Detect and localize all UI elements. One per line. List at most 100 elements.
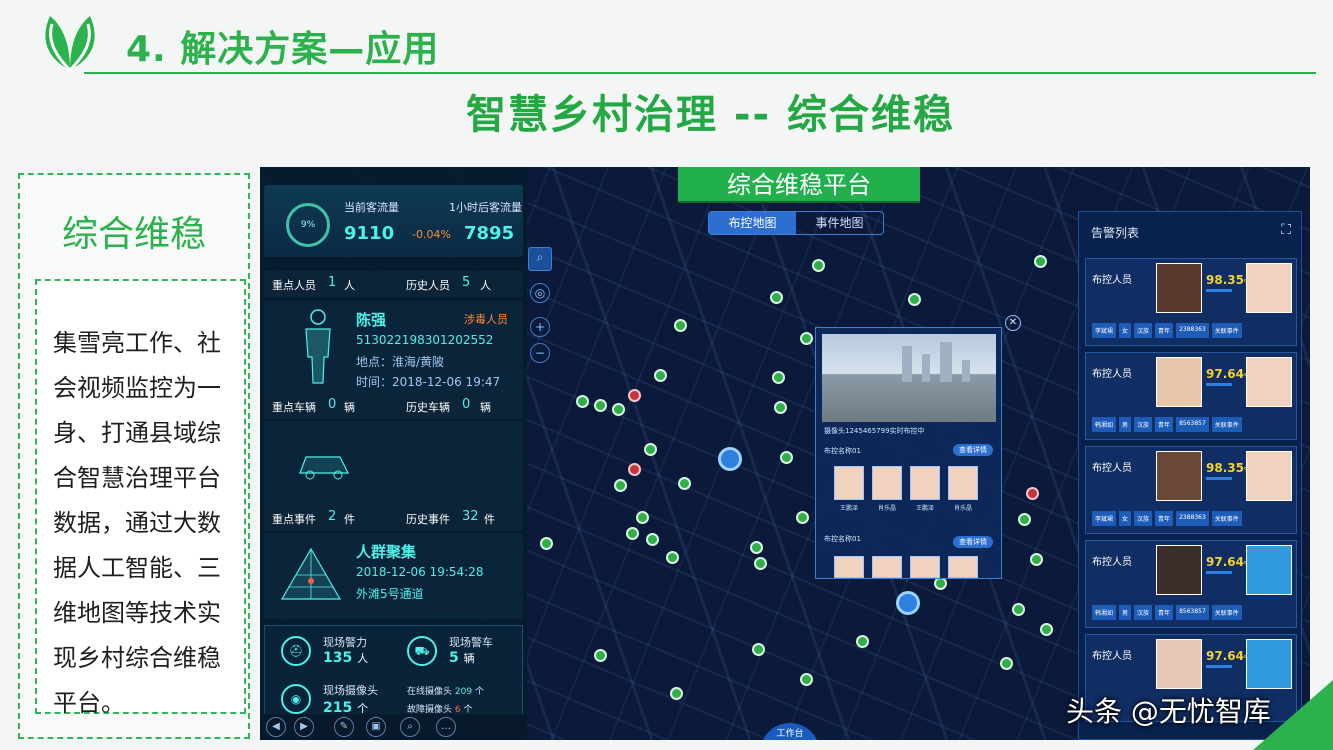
alarm-tag: 汉族 <box>1134 511 1153 526</box>
camera-pin[interactable] <box>626 527 639 540</box>
zoom-in-icon[interactable]: + <box>530 317 550 337</box>
camera-pin[interactable] <box>800 673 813 686</box>
face-thumbnail[interactable] <box>834 466 864 500</box>
reference-photo <box>1246 263 1292 313</box>
slide-title: 4. 解决方案—应用 <box>126 29 440 70</box>
camera-pin[interactable] <box>576 395 589 408</box>
alarm-type: 布控人员 <box>1092 651 1132 662</box>
cluster-marker[interactable] <box>896 591 920 615</box>
view-details-button[interactable]: 查看详情 <box>953 444 993 456</box>
key-vehicle-count: 0 <box>328 397 337 412</box>
prev-icon[interactable]: ◀ <box>266 717 286 737</box>
tab-event-map[interactable]: 事件地图 <box>796 212 883 234</box>
camera-pin[interactable] <box>540 537 553 550</box>
pyramid-crowd-icon <box>280 547 342 600</box>
camera-pin[interactable] <box>1000 657 1013 670</box>
leaf-logo-icon <box>45 16 95 72</box>
camera-pin[interactable] <box>750 541 763 554</box>
camera-pin[interactable] <box>1018 513 1031 526</box>
camera-pin[interactable] <box>654 369 667 382</box>
police-car-label: 现场警车 <box>449 636 493 649</box>
police-value: 135 人 <box>323 650 368 666</box>
camera-pin[interactable] <box>594 399 607 412</box>
tab-control-map[interactable]: 布控地图 <box>709 212 796 234</box>
camera-pin[interactable] <box>594 649 607 662</box>
face-thumbnail[interactable] <box>948 556 978 578</box>
alarm-tag[interactable]: 关联事件 <box>1211 323 1242 338</box>
camera-pin[interactable] <box>752 643 765 656</box>
camera-pin[interactable] <box>1040 623 1053 636</box>
more-icon[interactable]: … <box>436 717 456 737</box>
fullscreen-icon[interactable]: ⛶ <box>1281 222 1291 238</box>
camera-pin[interactable] <box>666 551 679 564</box>
alarm-tag: 李斌珺 <box>1092 323 1117 338</box>
pen-icon[interactable]: ✎ <box>334 717 354 737</box>
alarm-tags: 李斌珺 女 汉族 青年 2388363 关联事件 <box>1092 323 1242 338</box>
platform-screenshot: 综合维稳平台 布控地图 事件地图 ⌕ ◎ + − 9% 当前客流量 1小时后客流… <box>260 167 1310 740</box>
alarm-type: 布控人员 <box>1092 557 1132 568</box>
alarm-tag[interactable]: 关联事件 <box>1211 511 1242 526</box>
map-search-icon[interactable]: ⌕ <box>528 247 552 271</box>
camera-pin[interactable] <box>644 443 657 456</box>
alarm-tag: 青年 <box>1155 323 1174 338</box>
camera-pin[interactable] <box>612 403 625 416</box>
police-car-count: 5 <box>449 650 459 666</box>
face-thumbnail[interactable] <box>948 466 978 500</box>
camera-pin[interactable] <box>646 533 659 546</box>
camera-pin[interactable] <box>908 293 921 306</box>
face-thumbnail[interactable] <box>872 556 902 578</box>
magnifier-icon[interactable]: ⌕ <box>400 717 420 737</box>
camera-pin[interactable] <box>636 511 649 524</box>
cluster-marker[interactable] <box>718 447 742 471</box>
capture-photo <box>1156 451 1202 501</box>
camera-pin[interactable] <box>856 635 869 648</box>
camera-pin[interactable] <box>770 291 783 304</box>
alarm-tag[interactable]: 关联事件 <box>1211 605 1242 620</box>
alert-pin[interactable] <box>628 463 641 476</box>
face-thumbnail[interactable] <box>910 466 940 500</box>
alarm-item[interactable]: 布控人员 97.64% 韩湘如 男 汉族 青年 8563857 关联事件 <box>1085 540 1297 628</box>
camera-pin[interactable] <box>800 332 813 345</box>
camera-pin[interactable] <box>774 401 787 414</box>
key-person-label: 重点人员 <box>272 279 316 292</box>
camera-pin[interactable] <box>780 451 793 464</box>
camera-pin[interactable] <box>812 259 825 272</box>
camera-pin[interactable] <box>614 479 627 492</box>
view-details-button[interactable]: 查看详情 <box>953 536 993 548</box>
person-card[interactable]: 陈强 涉毒人员 513022198301202552 地点：淮海/黄陂 时间：2… <box>264 301 523 393</box>
map-locate-icon[interactable]: ◎ <box>530 283 550 303</box>
face-thumbnail[interactable] <box>872 466 902 500</box>
camera-pin[interactable] <box>796 511 809 524</box>
capture-photo <box>1156 545 1202 595</box>
face-thumbnail[interactable] <box>834 556 864 578</box>
alarm-tag[interactable]: 关联事件 <box>1211 417 1242 432</box>
camera-pin[interactable] <box>670 687 683 700</box>
match-score: 98.35% <box>1206 273 1251 287</box>
face-thumbnail[interactable] <box>910 556 940 578</box>
face-label: 肖乐晶 <box>953 505 972 512</box>
event-card[interactable]: 人群聚集 2018-12-06 19:54:28 外滩5号通道 <box>264 533 523 619</box>
capture-photo <box>1156 639 1202 689</box>
alert-pin[interactable] <box>1026 487 1039 500</box>
camera-pin[interactable] <box>1012 603 1025 616</box>
camera-pin[interactable] <box>772 371 785 384</box>
vehicle-card[interactable] <box>264 421 523 505</box>
watermark: 头条 @无忧智库 <box>1066 695 1271 728</box>
alarm-item[interactable]: 布控人员 98.35% 李斌珺 女 汉族 青年 2388363 关联事件 <box>1085 258 1297 346</box>
alert-pin[interactable] <box>628 389 641 402</box>
zoom-out-icon[interactable]: − <box>530 343 550 363</box>
alarm-item[interactable]: 布控人员 97.64% 韩湘如 男 汉族 青年 8563857 关联事件 <box>1085 352 1297 440</box>
popup-close-icon[interactable]: ✕ <box>1005 315 1021 331</box>
camera-pin[interactable] <box>1030 553 1043 566</box>
alarm-item[interactable]: 布控人员 98.35% 李斌珺 女 汉族 青年 2388363 关联事件 <box>1085 446 1297 534</box>
online-camera-label: 在线摄像头 <box>407 687 453 697</box>
screens-icon[interactable]: ▣ <box>366 717 386 737</box>
camera-pin[interactable] <box>678 477 691 490</box>
workbench-button[interactable]: 工作台 <box>760 723 820 740</box>
camera-pin[interactable] <box>754 557 767 570</box>
next-icon[interactable]: ▶ <box>294 717 314 737</box>
camera-pin[interactable] <box>1034 255 1047 268</box>
capture-photo <box>1156 357 1202 407</box>
camera-pin[interactable] <box>674 319 687 332</box>
alarm-tag: 男 <box>1119 605 1132 620</box>
